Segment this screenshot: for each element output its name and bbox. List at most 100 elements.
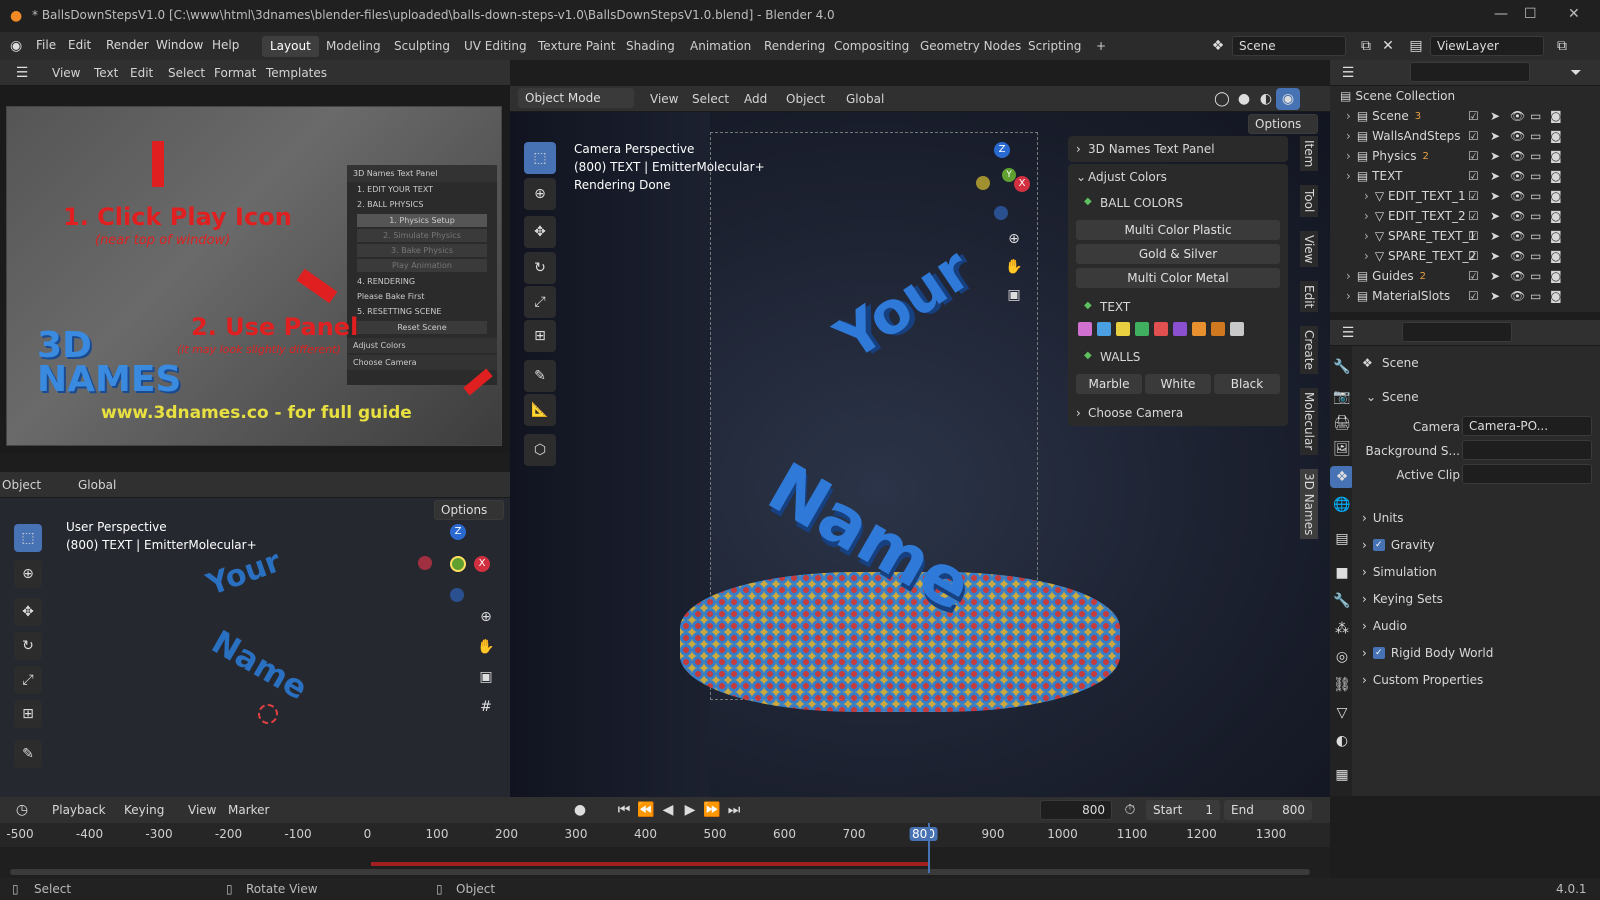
select-arrow-icon[interactable]: ➤ — [1490, 129, 1500, 143]
annotate-icon[interactable]: ✎ — [14, 740, 42, 768]
te-menu-text[interactable]: Text — [94, 66, 118, 80]
eye-icon[interactable]: 👁 — [1510, 109, 1525, 123]
outliner-row[interactable]: › ▽ SPARE_TEXT_2 ☑ ➤ 👁 ▭ ◙ — [1330, 246, 1600, 266]
monitor-icon[interactable]: ▭ — [1530, 209, 1541, 223]
te-menu-select[interactable]: Select — [168, 66, 205, 80]
checkbox-icon[interactable]: ☑ — [1468, 189, 1479, 203]
select-arrow-icon[interactable]: ➤ — [1490, 109, 1500, 123]
eye-icon[interactable]: 👁 — [1510, 229, 1525, 243]
tab-shading[interactable]: Shading — [618, 36, 683, 57]
start-frame-field[interactable]: Start 1 — [1146, 800, 1220, 820]
tab-compositing[interactable]: Compositing — [826, 36, 917, 57]
menu-edit[interactable]: Edit — [68, 38, 91, 52]
color-swatch[interactable] — [1192, 322, 1206, 336]
select-arrow-icon[interactable]: ➤ — [1490, 169, 1500, 183]
editor-type-icon[interactable]: ☰ — [1336, 322, 1360, 344]
outliner-row[interactable]: › ▽ EDIT_TEXT_1 ☑ ➤ 👁 ▭ ◙ — [1330, 186, 1600, 206]
np-title-panel[interactable]: › 3D Names Text Panel — [1068, 136, 1288, 162]
tool-tab-icon[interactable]: 🔧 — [1330, 356, 1354, 378]
gizmo-x-icon[interactable]: X — [1014, 176, 1030, 192]
tl-menu-playback[interactable]: Playback — [52, 803, 106, 817]
black-button[interactable]: Black — [1214, 374, 1280, 394]
mv-menu-select[interactable]: Select — [692, 92, 729, 106]
select-arrow-icon[interactable]: ➤ — [1490, 229, 1500, 243]
select-arrow-icon[interactable]: ➤ — [1490, 269, 1500, 283]
editor-type-icon[interactable]: ☰ — [1336, 62, 1360, 84]
tab-create[interactable]: Create — [1300, 326, 1318, 375]
tab-scripting[interactable]: Scripting — [1020, 36, 1089, 57]
viewlayer-field[interactable]: ViewLayer — [1430, 36, 1544, 56]
gizmo-neg-x-icon[interactable] — [418, 556, 432, 570]
maximize-button[interactable]: ☐ — [1524, 6, 1537, 22]
te-menu-edit[interactable]: Edit — [130, 66, 153, 80]
camera-render-icon[interactable]: ◙ — [1550, 189, 1562, 203]
filter-icon[interactable]: ⏷ — [1564, 62, 1588, 84]
chevron-right-icon[interactable]: › — [1346, 109, 1351, 123]
camera-render-icon[interactable]: ◙ — [1550, 129, 1562, 143]
chevron-right-icon[interactable]: › — [1364, 249, 1369, 263]
output-tab-icon[interactable]: 🖨 — [1330, 412, 1354, 434]
camera-render-icon[interactable]: ◙ — [1550, 209, 1562, 223]
properties-section[interactable]: › ✓ Gravity — [1356, 533, 1582, 557]
chevron-right-icon[interactable]: › — [1364, 229, 1369, 243]
te-menu-templates[interactable]: Templates — [266, 66, 327, 80]
mv-orientation[interactable]: Global — [846, 92, 884, 106]
gizmo-neg-y-icon[interactable] — [976, 176, 990, 190]
scale-icon[interactable]: ⤢ — [524, 286, 556, 318]
tab-view[interactable]: View — [1300, 230, 1318, 268]
timeline-ruler[interactable]: -500 -400 -300 -200 -100 0 100 200 300 400 500 600 7… — [0, 823, 1330, 847]
monitor-icon[interactable]: ▭ — [1530, 189, 1541, 203]
constraints-tab-icon[interactable]: ⛓ — [1330, 674, 1354, 696]
checkbox-icon[interactable]: ☑ — [1468, 129, 1479, 143]
tab-uv-editing[interactable]: UV Editing — [456, 36, 535, 57]
world-tab-icon[interactable]: 🌐 — [1330, 494, 1354, 516]
measure-icon[interactable]: 📐 — [524, 394, 556, 426]
camera-render-icon[interactable]: ◙ — [1550, 249, 1562, 263]
camera-view-icon[interactable]: ▣ — [1002, 284, 1026, 306]
rendered-shading-icon[interactable]: ◉ — [1276, 88, 1300, 110]
checkbox-icon[interactable]: ☑ — [1468, 229, 1479, 243]
gizmo-y-icon[interactable]: Y — [1002, 168, 1016, 182]
play-icon[interactable]: ▶ — [678, 799, 702, 821]
annotate-icon[interactable]: ✎ — [524, 360, 556, 392]
sv-options-button[interactable]: Options — [434, 500, 504, 520]
tab-molecular[interactable]: Molecular — [1300, 388, 1318, 455]
solid-shading-icon[interactable]: ● — [1232, 88, 1256, 110]
monitor-icon[interactable]: ▭ — [1530, 289, 1541, 303]
properties-section-scene[interactable]: Scene — [1382, 390, 1419, 404]
collection-tab-icon[interactable]: ▤ — [1330, 528, 1354, 550]
camera-render-icon[interactable]: ◙ — [1550, 109, 1562, 123]
background-field[interactable] — [1462, 440, 1592, 460]
mode-dropdown[interactable]: Object Mode — [518, 88, 634, 108]
color-swatch[interactable] — [1097, 322, 1111, 336]
color-swatch[interactable] — [1078, 322, 1092, 336]
marble-button[interactable]: Marble — [1076, 374, 1142, 394]
data-tab-icon[interactable]: ▽ — [1330, 702, 1354, 724]
editor-type-icon[interactable]: ☰ — [10, 62, 34, 84]
tab-layout[interactable]: Layout — [262, 36, 319, 57]
outliner-row[interactable]: › ▤ MaterialSlots ☑ ➤ 👁 ▭ ◙ — [1330, 286, 1600, 306]
monitor-icon[interactable]: ▭ — [1530, 169, 1541, 183]
active-clip-field[interactable] — [1462, 464, 1592, 484]
mv-nav-gizmo[interactable]: Z X Y — [972, 142, 1032, 224]
camera-render-icon[interactable]: ◙ — [1550, 169, 1562, 183]
rotate-icon[interactable]: ↻ — [14, 632, 42, 660]
eye-icon[interactable]: 👁 — [1510, 169, 1525, 183]
tl-menu-marker[interactable]: Marker — [228, 803, 269, 817]
outliner-row[interactable]: › ▽ SPARE_TEXT_1 ☑ ➤ 👁 ▭ ◙ — [1330, 226, 1600, 246]
gizmo-neg-z-icon[interactable] — [450, 588, 464, 602]
menu-help[interactable]: Help — [212, 38, 239, 52]
color-swatch[interactable] — [1211, 322, 1225, 336]
cursor-icon[interactable]: ⊕ — [14, 560, 42, 588]
chevron-right-icon[interactable]: › — [1346, 169, 1351, 183]
monitor-icon[interactable]: ▭ — [1530, 109, 1541, 123]
checkbox-icon[interactable]: ☑ — [1468, 109, 1479, 123]
small-viewport[interactable]: Options ⬚ ⊕ ✥ ↻ ⤢ ⊞ ✎ User Perspective (… — [0, 498, 510, 797]
jump-start-icon[interactable]: ⏮ — [612, 799, 636, 821]
gizmo-y-icon[interactable] — [450, 556, 466, 572]
properties-search[interactable] — [1402, 322, 1512, 342]
multi-color-metal-button[interactable]: Multi Color Metal — [1076, 268, 1280, 288]
physics-tab-icon[interactable]: ◎ — [1330, 646, 1354, 668]
viewlayer-tab-icon[interactable]: 🖼 — [1330, 438, 1354, 460]
end-frame-field[interactable]: End 800 — [1224, 800, 1312, 820]
